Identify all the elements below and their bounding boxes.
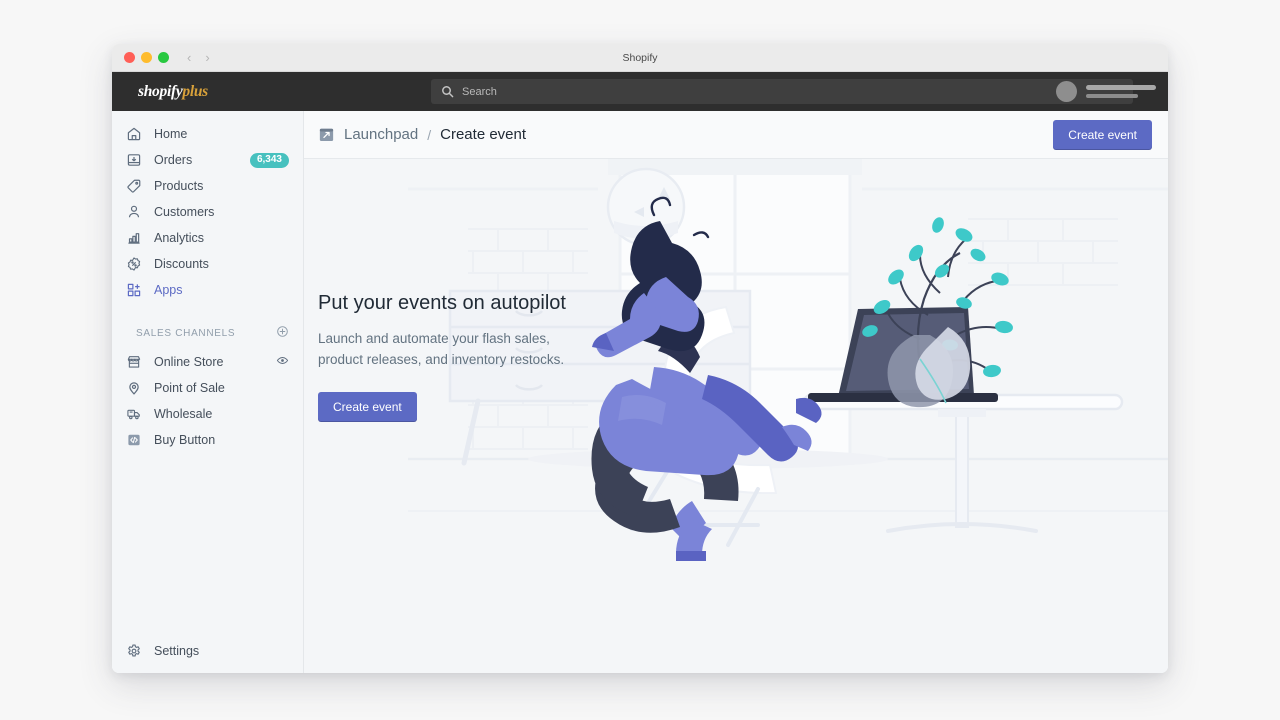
search-input[interactable]: Search — [431, 79, 1133, 104]
home-icon — [125, 126, 142, 143]
sidebar-item-online-store[interactable]: Online Store — [112, 349, 303, 375]
apps-grid-plus-icon — [125, 282, 142, 299]
truck-icon — [125, 406, 142, 423]
sidebar-item-label: Buy Button — [154, 433, 216, 447]
gear-icon — [125, 643, 142, 660]
window-title: Shopify — [622, 51, 658, 64]
hero-body: Launch and automate your flash sales, pr… — [318, 331, 565, 367]
logo-plus-text: plus — [182, 82, 208, 100]
header-create-event-button[interactable]: Create event — [1053, 119, 1152, 150]
window-titlebar: ‹ › Shopify — [112, 44, 1168, 72]
sidebar-item-label: Orders — [154, 153, 193, 167]
sidebar-item-label: Analytics — [154, 231, 205, 245]
products-tag-icon — [125, 178, 142, 195]
search-icon — [442, 86, 454, 98]
orders-icon — [125, 152, 142, 169]
analytics-bars-icon — [125, 230, 142, 247]
app-body: Home Orders 6,343 Products Customers Ana… — [112, 111, 1168, 673]
account-menu[interactable] — [1056, 72, 1156, 111]
sidebar-item-point-of-sale[interactable]: Point of Sale — [112, 375, 303, 401]
sales-channels-header: SALES CHANNELS — [112, 303, 303, 349]
sidebar-item-label: Home — [154, 127, 188, 141]
page-title: Create event — [440, 126, 527, 143]
sidebar-item-label: Customers — [154, 205, 215, 219]
sidebar-item-orders[interactable]: Orders 6,343 — [112, 147, 303, 173]
discounts-percent-icon — [125, 256, 142, 273]
sidebar-item-wholesale[interactable]: Wholesale — [112, 401, 303, 427]
breadcrumb-parent-link[interactable]: Launchpad — [344, 126, 418, 143]
sidebar-item-label: Apps — [154, 283, 183, 297]
sidebar-item-label: Point of Sale — [154, 381, 225, 395]
sidebar-item-label: Products — [154, 179, 204, 193]
account-bar-secondary — [1086, 94, 1138, 98]
sidebar-item-discounts[interactable]: Discounts — [112, 251, 303, 277]
online-store-icon — [125, 354, 142, 371]
logo-main-text: shopify — [138, 82, 183, 100]
screenshot-root: ‹ › Shopify shopifyplus Search Home Orde… — [0, 0, 1280, 720]
orders-count-badge: 6,343 — [249, 152, 289, 168]
sidebar-item-label: Wholesale — [154, 407, 213, 421]
eye-icon[interactable] — [276, 354, 289, 370]
customers-icon — [125, 204, 142, 221]
hero-block: Put your events on autopilot Launch and … — [318, 292, 618, 422]
sidebar-item-products[interactable]: Products — [112, 173, 303, 199]
sidebar-item-customers[interactable]: Customers — [112, 199, 303, 225]
sidebar-item-buy-button[interactable]: Buy Button — [112, 427, 303, 453]
sidebar-item-settings[interactable]: Settings — [112, 644, 303, 673]
code-brackets-icon — [125, 432, 142, 449]
sidebar-item-home[interactable]: Home — [112, 121, 303, 147]
sidebar-item-label: Online Store — [154, 355, 224, 369]
page-header: Launchpad / Create event Create event — [304, 111, 1168, 159]
breadcrumb-separator: / — [427, 126, 432, 143]
sidebar-item-label: Discounts — [154, 257, 209, 271]
avatar — [1056, 81, 1077, 102]
sidebar-item-label: Settings — [154, 644, 200, 658]
location-pin-icon — [125, 380, 142, 397]
plus-circle-icon[interactable] — [276, 325, 289, 341]
launchpad-icon — [318, 126, 335, 143]
sidebar: Home Orders 6,343 Products Customers Ana… — [112, 111, 304, 673]
sidebar-item-analytics[interactable]: Analytics — [112, 225, 303, 251]
content-area: Put your events on autopilot Launch and … — [304, 159, 1168, 673]
sidebar-item-apps[interactable]: Apps — [112, 277, 303, 303]
account-bar-primary — [1086, 85, 1156, 90]
sales-channels-title: SALES CHANNELS — [136, 327, 236, 339]
search-placeholder: Search — [462, 85, 497, 98]
shopify-plus-logo[interactable]: shopifyplus — [112, 83, 304, 101]
hero-create-event-button[interactable]: Create event — [318, 392, 417, 422]
account-name-placeholder — [1086, 85, 1156, 98]
app-topbar: shopifyplus Search — [112, 72, 1168, 111]
main-content: Launchpad / Create event Create event Pu… — [304, 111, 1168, 673]
browser-window: ‹ › Shopify shopifyplus Search Home Orde… — [112, 44, 1168, 673]
hero-heading: Put your events on autopilot — [318, 292, 566, 314]
